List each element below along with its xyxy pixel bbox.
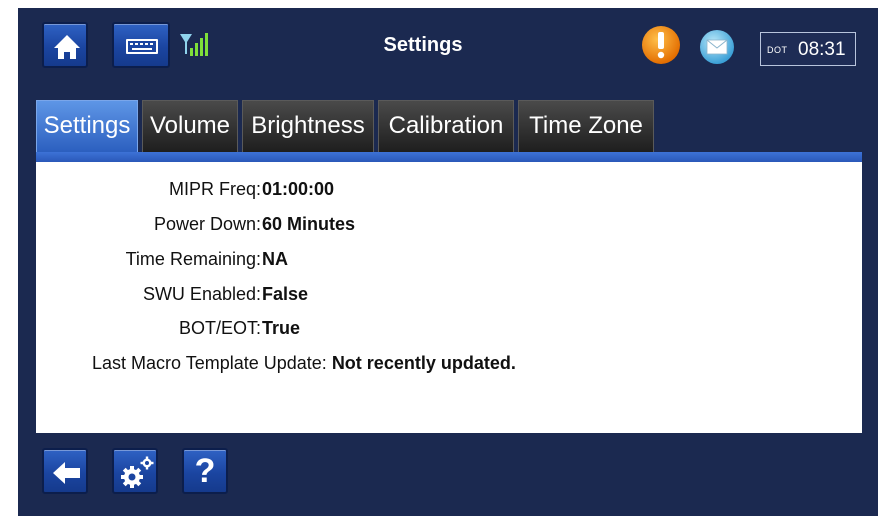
- home-button[interactable]: [42, 22, 88, 68]
- tab-settings[interactable]: Settings: [36, 100, 138, 152]
- gears-icon: [121, 456, 154, 488]
- settings-panel: MIPR Freq: 01:00:00 Power Down: 60 Minut…: [36, 162, 862, 433]
- swu-enabled-label: SWU Enabled:: [142, 284, 261, 304]
- tab-strip: [36, 152, 862, 162]
- back-button[interactable]: [42, 448, 88, 494]
- swu-enabled-row: SWU Enabled: False: [36, 284, 796, 308]
- keyboard-button[interactable]: [112, 22, 170, 68]
- settings-screen: Settings DOT 08:31 Settings Volume Brigh…: [18, 8, 878, 516]
- bot-eot-value: True: [262, 318, 301, 338]
- settings-gear-button[interactable]: [112, 448, 158, 494]
- clock-time: 08:31: [798, 39, 846, 60]
- tab-calibration[interactable]: Calibration: [378, 100, 514, 152]
- alert-icon[interactable]: [641, 25, 681, 65]
- tab-time-zone[interactable]: Time Zone: [518, 100, 654, 152]
- help-button[interactable]: ?: [182, 448, 228, 494]
- page-title: Settings: [383, 34, 463, 56]
- power-down-label: Power Down:: [153, 214, 261, 234]
- mipr-freq-value: 01:00:00: [262, 179, 335, 199]
- signal-icon: [180, 33, 208, 56]
- bot-eot-label: BOT/EOT:: [178, 318, 261, 338]
- home-icon: [54, 35, 80, 59]
- last-macro-label: Last Macro Template Update:: [92, 353, 327, 373]
- clock-timezone: DOT: [767, 45, 788, 55]
- last-macro-value: Not recently updated.: [331, 353, 516, 373]
- mipr-freq-label: MIPR Freq:: [168, 179, 261, 199]
- tab-volume[interactable]: Volume: [142, 100, 238, 152]
- time-remaining-label: Time Remaining:: [125, 249, 261, 269]
- clock-display: DOT 08:31: [760, 32, 856, 66]
- back-arrow-icon: [53, 462, 80, 484]
- time-remaining-value: NA: [262, 249, 288, 269]
- keyboard-icon: [126, 39, 158, 54]
- swu-enabled-value: False: [262, 284, 309, 304]
- last-macro-row: Last Macro Template Update: Not recently…: [92, 353, 516, 374]
- help-icon: ?: [194, 452, 216, 490]
- time-remaining-row: Time Remaining: NA: [36, 249, 796, 273]
- power-down-row: Power Down: 60 Minutes: [36, 214, 796, 238]
- tab-brightness[interactable]: Brightness: [242, 100, 374, 152]
- bot-eot-row: BOT/EOT: True: [36, 318, 796, 342]
- power-down-value: 60 Minutes: [262, 214, 356, 234]
- mipr-freq-row: MIPR Freq: 01:00:00: [36, 179, 796, 203]
- mail-icon[interactable]: [699, 29, 735, 65]
